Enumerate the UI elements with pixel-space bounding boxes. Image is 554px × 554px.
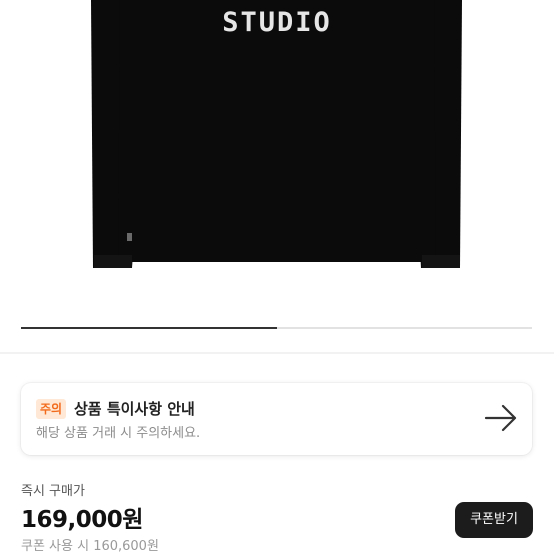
sleeve-tag [127,233,132,241]
section-divider [0,352,554,354]
gallery-progress-fill [21,327,277,329]
gallery-progress-track[interactable] [21,327,532,329]
coupon-price-text: 쿠폰 사용 시 160,600원 [21,539,159,554]
price-value: 169,000원 [21,507,143,533]
arrow-right-icon[interactable] [484,403,518,433]
notice-description: 해당 상품 거래 시 주의하세요. [36,426,201,441]
shirt-print-text: STUDIO [222,7,332,38]
notice-card[interactable]: 주의 상품 특이사항 안내 해당 상품 거래 시 주의하세요. [21,383,532,455]
shirt-body [118,0,436,262]
product-image-gallery[interactable]: STUDIO [0,0,554,352]
get-coupon-button[interactable]: 쿠폰받기 [455,502,533,538]
notice-title: 상품 특이사항 안내 [74,400,195,418]
caution-badge: 주의 [36,399,67,419]
product-image [91,0,462,268]
instant-buy-price-label: 즉시 구매가 [21,484,85,499]
